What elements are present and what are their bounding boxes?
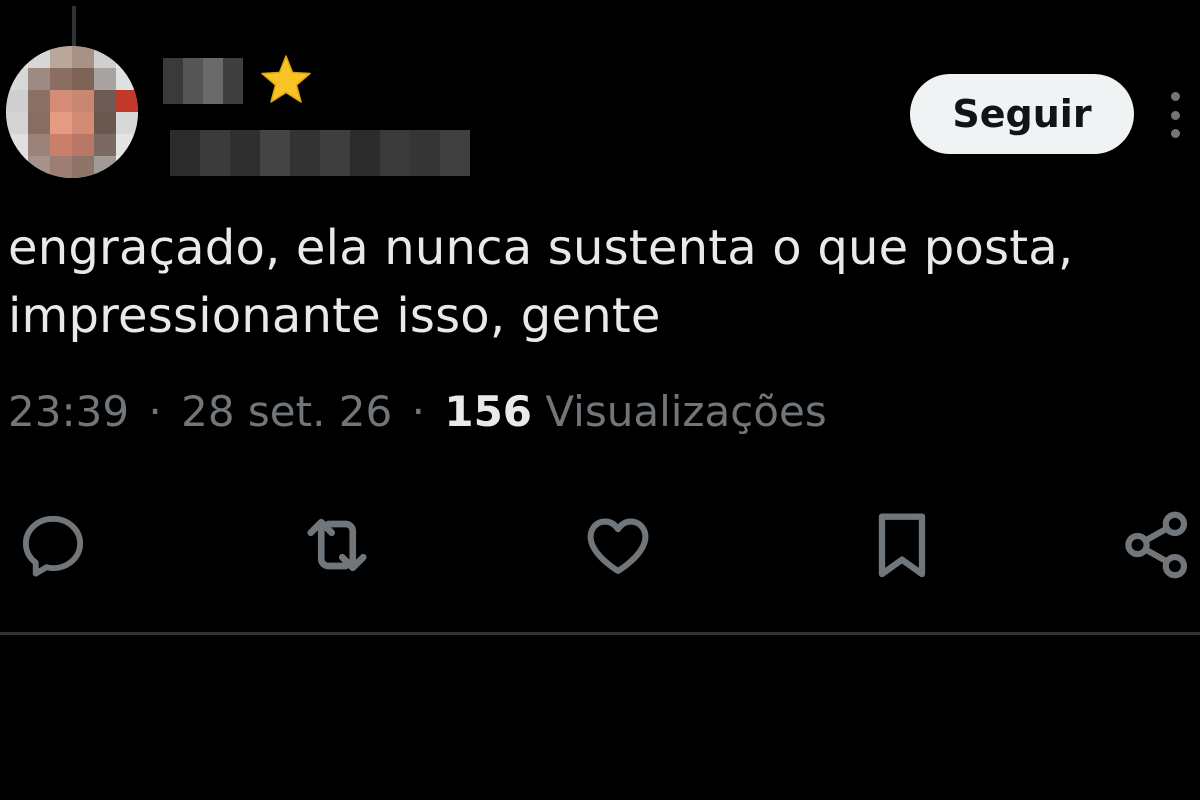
follow-button[interactable]: Seguir	[910, 74, 1134, 154]
retweet-button[interactable]	[292, 500, 382, 590]
like-button[interactable]	[573, 500, 663, 590]
meta-separator: ·	[411, 387, 425, 436]
bookmark-button[interactable]	[857, 500, 947, 590]
thread-connector-line	[72, 6, 76, 46]
tweet-divider	[0, 632, 1200, 635]
tweet-date[interactable]: 28 set. 26	[181, 387, 392, 436]
tweet-text-line: impressionante isso, gente	[8, 288, 661, 344]
views-label[interactable]: Visualizações	[545, 387, 826, 436]
reply-button[interactable]	[8, 500, 98, 590]
action-bar	[0, 500, 1200, 590]
meta-separator: ·	[148, 387, 162, 436]
tweet-time[interactable]: 23:39	[8, 387, 129, 436]
author-handle-censored[interactable]	[170, 130, 470, 176]
bookmark-icon	[878, 513, 926, 578]
star-emoji-icon	[261, 55, 311, 103]
tweet-metadata: 23:39 · 28 set. 26 · 156 Visualizações	[8, 382, 827, 442]
tweet-container: Seguir engraçado, ela nunca sustenta o q…	[0, 0, 1200, 800]
retweet-icon	[307, 518, 367, 572]
author-name-censored[interactable]	[163, 58, 243, 104]
more-vertical-icon[interactable]	[1160, 92, 1190, 138]
avatar[interactable]	[6, 46, 138, 178]
reply-icon	[22, 515, 84, 577]
share-icon	[1125, 511, 1188, 579]
views-count[interactable]: 156	[444, 387, 532, 436]
share-button[interactable]	[1112, 500, 1200, 590]
tweet-text-line: engraçado, ela nunca sustenta o que post…	[8, 220, 1074, 276]
like-heart-icon	[587, 518, 649, 574]
tweet-text: engraçado, ela nunca sustenta o que post…	[8, 214, 1188, 350]
